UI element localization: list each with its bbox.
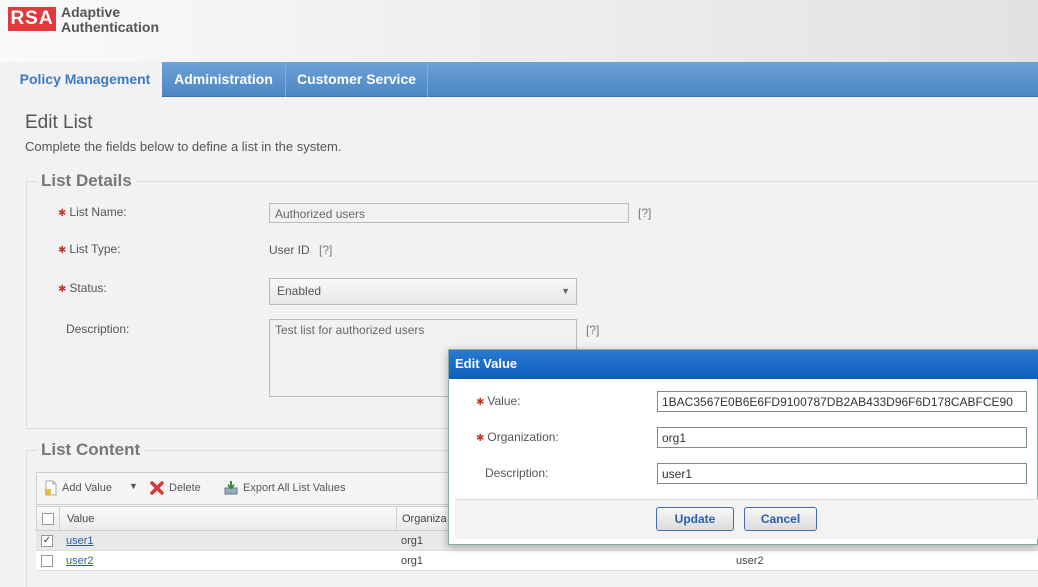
tab-policy-management[interactable]: Policy Management <box>8 62 162 98</box>
required-marker: ✱ <box>58 284 67 295</box>
dialog-description-input[interactable]: user1 <box>657 463 1027 484</box>
product-name: Adaptive Authentication <box>61 5 159 35</box>
edit-value-dialog: Edit Value ✱ Value: 1BAC3567E0B6E6FD91007… <box>448 349 1038 545</box>
row-checkbox-checked[interactable]: ✓ <box>41 535 53 547</box>
cancel-button[interactable]: Cancel <box>744 507 817 531</box>
status-selected-value: Enabled <box>277 284 322 298</box>
add-value-dropdown-icon[interactable]: ▼ <box>129 481 138 491</box>
required-marker: ✱ <box>58 245 67 256</box>
list-type-value: User ID <box>269 243 310 257</box>
list-details-legend: List Details <box>37 171 136 191</box>
delete-icon <box>150 481 164 495</box>
tab-administration[interactable]: Administration <box>162 62 286 97</box>
status-label: ✱ Status: <box>58 281 107 295</box>
column-header-value[interactable]: Value <box>67 513 94 525</box>
tab-customer-service[interactable]: Customer Service <box>286 62 428 97</box>
rsa-logo: RSA <box>8 7 56 31</box>
column-header-organization[interactable]: Organiza <box>402 513 447 525</box>
required-marker: ✱ <box>476 397 485 408</box>
add-value-icon <box>45 480 57 496</box>
app-header: RSA Adaptive Authentication <box>0 0 1038 62</box>
delete-button[interactable]: Delete <box>169 482 201 494</box>
list-type-help-icon[interactable]: [?] <box>319 243 332 257</box>
row-organization: org1 <box>401 535 424 547</box>
list-type-label: ✱ List Type: <box>58 242 121 256</box>
row-value-link[interactable]: user2 <box>66 555 94 567</box>
dialog-title: Edit Value <box>449 350 1038 379</box>
table-row[interactable]: user2 org1 user2 <box>36 551 1038 571</box>
list-name-input[interactable]: Authorized users <box>269 203 629 223</box>
value-label: ✱ Value: <box>476 394 521 408</box>
description-help-icon[interactable]: [?] <box>586 323 599 337</box>
page-title: Edit List <box>25 112 93 133</box>
list-name-help-icon[interactable]: [?] <box>638 206 651 220</box>
organization-label: ✱ Organization: <box>476 430 559 444</box>
product-name-line2: Authentication <box>61 19 159 35</box>
select-all-checkbox[interactable] <box>42 513 54 525</box>
page-subtitle: Complete the fields below to define a li… <box>25 139 342 154</box>
product-name-line1: Adaptive <box>61 4 121 20</box>
add-value-button[interactable]: Add Value <box>62 482 112 494</box>
row-description: user2 <box>736 555 764 567</box>
dialog-footer: Update Cancel <box>455 499 1038 539</box>
row-organization: org1 <box>401 555 424 567</box>
export-icon <box>224 481 238 495</box>
description-label: Description: <box>66 322 130 336</box>
update-button[interactable]: Update <box>656 507 734 531</box>
organization-input[interactable]: org1 <box>657 427 1027 448</box>
list-name-label: ✱ List Name: <box>58 205 127 219</box>
value-input[interactable]: 1BAC3567E0B6E6FD9100787DB2AB433D96F6D178… <box>657 391 1027 412</box>
required-marker: ✱ <box>58 208 67 219</box>
required-marker: ✱ <box>476 433 485 444</box>
dropdown-arrow-icon: ▼ <box>561 286 570 296</box>
status-select[interactable]: Enabled ▼ <box>269 278 577 305</box>
row-checkbox[interactable] <box>41 555 53 567</box>
row-value-link[interactable]: user1 <box>66 535 94 547</box>
dialog-description-label: Description: <box>485 466 549 480</box>
list-content-legend: List Content <box>37 440 145 460</box>
main-nav: Policy Management Administration Custome… <box>8 62 1038 98</box>
export-all-button[interactable]: Export All List Values <box>243 482 346 494</box>
